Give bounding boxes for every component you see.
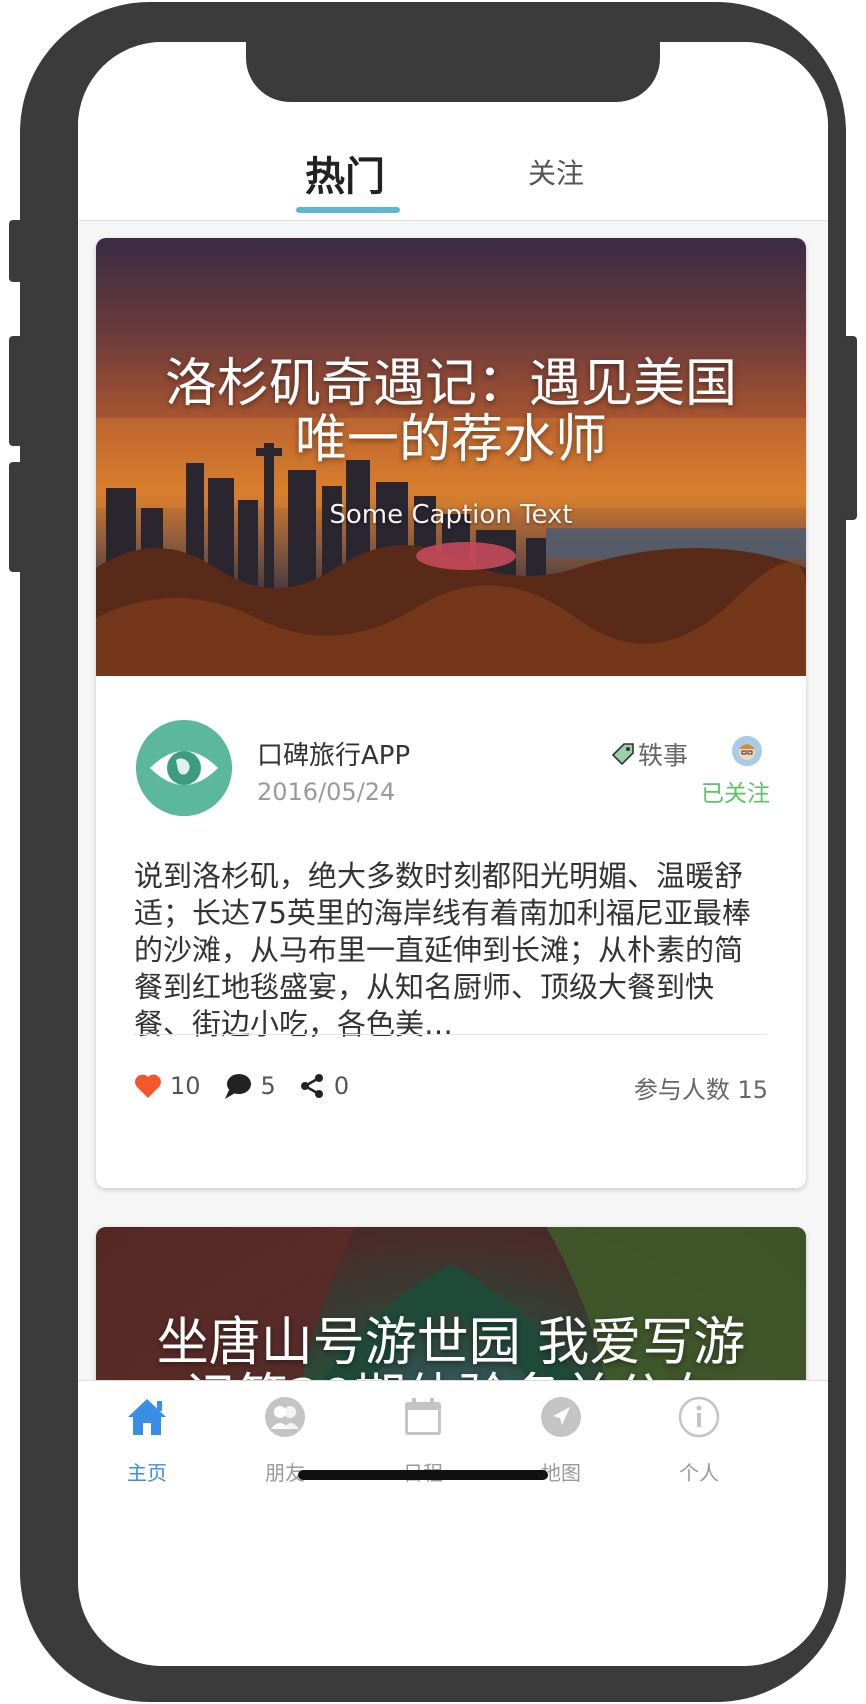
tabbar-label-profile: 个人 [679, 1461, 719, 1485]
post-date: 2016/05/24 [257, 778, 396, 806]
article-title: 洛杉矶奇遇记：遇见美国唯一的荐水师 [164, 354, 737, 470]
tabbar-label-home: 主页 [127, 1461, 167, 1485]
share-button[interactable]: 0 [298, 1072, 349, 1100]
friends-icon [265, 1397, 305, 1437]
bottom-tab-bar: 主页 朋友 日程 [78, 1380, 828, 1666]
divider [134, 1034, 766, 1035]
comment-count: 5 [260, 1072, 276, 1100]
active-tab-indicator [296, 207, 400, 213]
like-count: 10 [170, 1072, 201, 1100]
author-avatar[interactable] [136, 720, 232, 816]
share-icon [300, 1074, 323, 1098]
article-excerpt[interactable]: 说到洛杉矶，绝大多数时刻都阳光明媚、温暖舒适；长达75英里的海岸线有着南加利福尼… [134, 858, 770, 1043]
category-tag[interactable]: 轶事 [610, 736, 688, 772]
heart-icon [135, 1074, 161, 1098]
home-indicator[interactable] [298, 1470, 548, 1480]
phone-frame: 热门 关注 洛杉矶奇遇记：遇见美国唯一的荐水师 Some Caption Tex… [20, 2, 846, 1702]
follower-avatar[interactable] [732, 736, 762, 766]
tabbar-item-profile[interactable]: 个人 [654, 1395, 744, 1486]
notch [246, 42, 660, 102]
image-caption: Some Caption Text [329, 500, 573, 530]
cover-image[interactable]: 洛杉矶奇遇记：遇见美国唯一的荐水师 Some Caption Text [96, 238, 806, 676]
tag-icon [611, 743, 634, 766]
user-face-icon [732, 736, 762, 766]
engagement-bar: 10 5 0 [134, 1066, 371, 1106]
tab-following[interactable]: 关注 [528, 152, 584, 192]
feed-card[interactable]: 洛杉矶奇遇记：遇见美国唯一的荐水师 Some Caption Text 口碑旅行… [96, 238, 806, 1188]
info-icon [678, 1396, 720, 1438]
follow-status[interactable]: 已关注 [701, 774, 770, 808]
like-button[interactable]: 10 [134, 1072, 201, 1100]
eye-globe-icon [136, 720, 232, 816]
participant-count: 参与人数 15 [633, 1076, 768, 1104]
share-count: 0 [333, 1072, 350, 1100]
author-name[interactable]: 口碑旅行APP [257, 735, 410, 772]
tab-hot[interactable]: 热门 [305, 144, 385, 202]
app-screen: 热门 关注 洛杉矶奇遇记：遇见美国唯一的荐水师 Some Caption Tex… [78, 42, 828, 1666]
calendar-icon [405, 1398, 441, 1435]
category-tag-label: 轶事 [638, 741, 689, 770]
home-icon [128, 1399, 166, 1435]
map-icon [541, 1397, 581, 1437]
tabbar-item-home[interactable]: 主页 [102, 1395, 192, 1486]
comment-button[interactable]: 5 [223, 1072, 276, 1100]
comment-icon [224, 1074, 251, 1099]
